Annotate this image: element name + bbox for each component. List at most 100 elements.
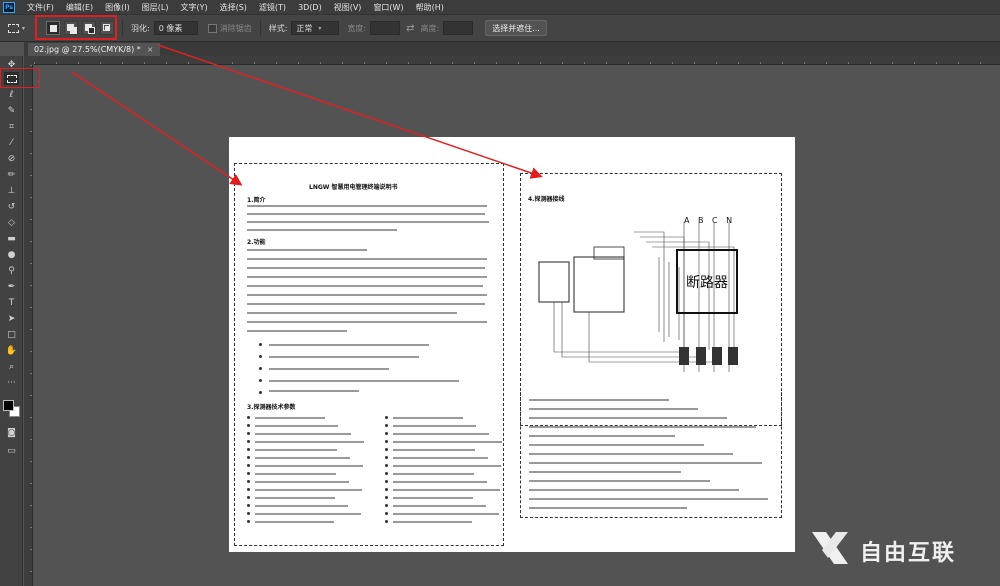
- menu-file[interactable]: 文件(F): [21, 2, 60, 13]
- spec-line: [393, 457, 488, 459]
- photoshop-logo-icon: Ps: [3, 1, 15, 13]
- healing-brush-tool-icon[interactable]: ⊘: [4, 152, 19, 165]
- style-label: 样式:: [268, 23, 288, 33]
- spec-line: [255, 489, 362, 491]
- lasso-tool-icon[interactable]: ℓ: [4, 88, 19, 101]
- bullet-dot: [247, 480, 250, 483]
- antialias-checkbox[interactable]: 消除锯齿: [207, 23, 252, 34]
- bullet-dot: [385, 472, 388, 475]
- chevron-down-icon: ▾: [318, 24, 322, 32]
- history-brush-tool-icon[interactable]: ↺: [4, 200, 19, 213]
- spec-line: [393, 505, 486, 507]
- type-tool-icon[interactable]: T: [4, 296, 19, 309]
- menu-window[interactable]: 窗口(W): [367, 2, 409, 13]
- wiring-heading: 4.探测器接线: [528, 196, 565, 203]
- hand-tool-icon[interactable]: ✋: [4, 344, 19, 357]
- bullet-dot: [247, 512, 250, 515]
- document-tab[interactable]: 02.jpg @ 27.5%(CMYK/8) * ×: [28, 43, 160, 56]
- document-title: LNGW 智慧用电管理终端说明书: [309, 184, 398, 191]
- bullet-dot: [247, 504, 250, 507]
- spec-line: [393, 425, 476, 427]
- text-line: [247, 221, 489, 223]
- swap-dimensions-icon[interactable]: ⇄: [406, 23, 414, 34]
- select-and-mask-button[interactable]: 选择并遮住...: [485, 20, 547, 36]
- ruler-corner: [24, 56, 34, 65]
- section-function-heading: 2.功能: [247, 239, 266, 246]
- more-tools-icon[interactable]: ···: [4, 376, 19, 389]
- menu-help[interactable]: 帮助(H): [410, 2, 450, 13]
- bullet-dot: [247, 456, 250, 459]
- bullet-dot: [385, 512, 388, 515]
- rectangle-tool-icon[interactable]: □: [4, 328, 19, 341]
- brush-tool-icon[interactable]: ✏: [4, 168, 19, 181]
- path-select-tool-icon[interactable]: ➤: [4, 312, 19, 325]
- vertical-ruler[interactable]: [24, 65, 33, 586]
- spec-line: [393, 449, 475, 451]
- menu-edit[interactable]: 编辑(E): [60, 2, 99, 13]
- menu-view[interactable]: 视图(V): [328, 2, 368, 13]
- clone-stamp-tool-icon[interactable]: ⊥: [4, 184, 19, 197]
- feather-input[interactable]: 0 像素: [153, 21, 198, 35]
- note-line: [529, 471, 681, 473]
- menu-bar: Ps 文件(F) 编辑(E) 图像(I) 图层(L) 文字(Y) 选择(S) 滤…: [0, 0, 1000, 14]
- spec-line: [255, 449, 337, 451]
- pen-tool-icon[interactable]: ✒: [4, 280, 19, 293]
- style-value: 正常: [296, 23, 313, 33]
- canvas-area[interactable]: LNGW 智慧用电管理终端说明书 1.简介 2.功能 3.探测器技术参数 4.探…: [34, 66, 1000, 586]
- menu-3d[interactable]: 3D(D): [292, 3, 328, 12]
- crop-tool-icon[interactable]: ⌗: [4, 120, 19, 133]
- blur-tool-icon[interactable]: ●: [4, 248, 19, 261]
- bullet-dot: [385, 464, 388, 467]
- eyedropper-tool-icon[interactable]: ⁄: [4, 136, 19, 149]
- checkbox-box: [207, 23, 217, 33]
- dodge-tool-icon[interactable]: ⚲: [4, 264, 19, 277]
- antialias-label: 消除锯齿: [219, 23, 252, 33]
- quick-select-tool-icon[interactable]: ✎: [4, 104, 19, 117]
- gradient-tool-icon[interactable]: ▬: [4, 232, 19, 245]
- text-line: [247, 276, 487, 278]
- menu-select[interactable]: 选择(S): [214, 2, 253, 13]
- rect-marquee-icon: [8, 23, 19, 33]
- tools-panel: ✥ ℓ ✎ ⌗ ⁄ ⊘ ✏ ⊥ ↺ ◇ ▬ ● ⚲ ✒ T ➤ □ ✋ ⌕ ··…: [0, 56, 23, 586]
- quick-mask-icon[interactable]: ◙: [4, 426, 19, 439]
- horizontal-ruler[interactable]: [34, 56, 1000, 65]
- text-line: [247, 303, 485, 305]
- width-input[interactable]: [370, 21, 401, 35]
- menu-layer[interactable]: 图层(L): [136, 2, 175, 13]
- bullet-dot: [259, 391, 262, 394]
- bullet-dot: [247, 440, 250, 443]
- spec-line: [393, 521, 472, 523]
- menu-type[interactable]: 文字(Y): [174, 2, 213, 13]
- screen-mode-icon[interactable]: ▭: [4, 444, 19, 457]
- menu-image[interactable]: 图像(I): [99, 2, 136, 13]
- spec-line: [255, 457, 350, 459]
- photoshop-window: Ps 文件(F) 编辑(E) 图像(I) 图层(L) 文字(Y) 选择(S) 滤…: [0, 0, 1000, 586]
- height-label: 高度:: [420, 23, 440, 33]
- bullet-dot: [247, 448, 250, 451]
- document-tab-strip: 02.jpg @ 27.5%(CMYK/8) * ×: [24, 42, 1000, 56]
- foreground-color-swatch[interactable]: [3, 400, 14, 411]
- tool-preset-picker[interactable]: ▾: [8, 23, 36, 33]
- section-specs-heading: 3.探测器技术参数: [247, 404, 296, 411]
- menu-filter[interactable]: 滤镜(T): [253, 2, 292, 13]
- spec-line: [393, 465, 501, 467]
- document-tab-title: 02.jpg @ 27.5%(CMYK/8) *: [34, 45, 141, 54]
- spec-line: [255, 521, 334, 523]
- watermark-logo: 自由互联: [860, 541, 957, 566]
- spec-line: [255, 473, 336, 475]
- height-input[interactable]: [443, 21, 474, 35]
- zoom-tool-icon[interactable]: ⌕: [4, 360, 19, 373]
- bullet-dot: [385, 504, 388, 507]
- color-swatches[interactable]: [3, 400, 20, 417]
- bullet-dot: [385, 416, 388, 419]
- style-select[interactable]: 正常 ▾: [291, 21, 340, 35]
- highlight-marquee-tool: [0, 68, 40, 88]
- spec-line: [393, 417, 463, 419]
- document-image[interactable]: LNGW 智慧用电管理终端说明书 1.简介 2.功能 3.探测器技术参数 4.探…: [229, 137, 795, 552]
- close-icon[interactable]: ×: [147, 45, 154, 54]
- note-line: [529, 453, 733, 455]
- eraser-tool-icon[interactable]: ◇: [4, 216, 19, 229]
- spec-line: [255, 513, 361, 515]
- bullet-dot: [385, 480, 388, 483]
- bullet-dot: [247, 472, 250, 475]
